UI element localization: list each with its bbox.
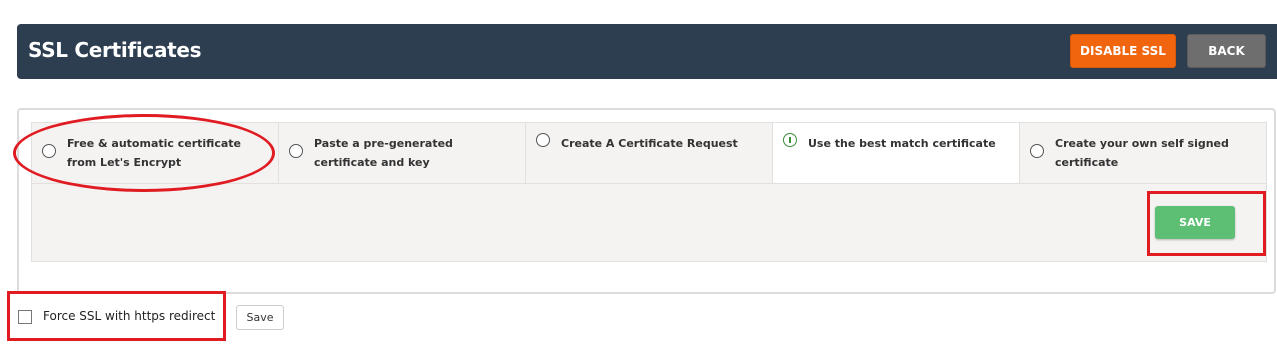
radio-best-match[interactable] bbox=[783, 133, 797, 147]
tab-content-area bbox=[31, 184, 1267, 262]
tab-label: Paste a pre-generated certificate and ke… bbox=[314, 137, 453, 169]
back-button[interactable]: BACK bbox=[1187, 34, 1266, 68]
tab-lets-encrypt[interactable]: Free & automatic certificate from Let's … bbox=[31, 122, 278, 184]
force-ssl-label: Force SSL with https redirect bbox=[43, 309, 216, 323]
force-ssl-save-button[interactable]: Save bbox=[236, 305, 284, 330]
tab-label: Use the best match certificate bbox=[808, 137, 996, 150]
ssl-options-panel: Free & automatic certificate from Let's … bbox=[17, 108, 1276, 294]
tab-label: Create your own self signed certificate bbox=[1055, 137, 1229, 169]
page-title: SSL Certificates bbox=[28, 38, 202, 62]
radio-certificate-request[interactable] bbox=[536, 133, 550, 147]
tab-best-match[interactable]: Use the best match certificate bbox=[772, 122, 1019, 184]
tab-label: Create A Certificate Request bbox=[561, 137, 738, 150]
save-button[interactable]: SAVE bbox=[1155, 206, 1235, 239]
certificate-option-tabs: Free & automatic certificate from Let's … bbox=[31, 122, 1267, 184]
radio-paste-certificate[interactable] bbox=[289, 144, 303, 158]
tab-self-signed[interactable]: Create your own self signed certificate bbox=[1019, 122, 1267, 184]
page-header: SSL Certificates DISABLE SSL BACK bbox=[17, 24, 1277, 79]
radio-self-signed[interactable] bbox=[1030, 144, 1044, 158]
tab-label: Free & automatic certificate from Let's … bbox=[67, 137, 241, 169]
radio-lets-encrypt[interactable] bbox=[42, 144, 56, 158]
tab-certificate-request[interactable]: Create A Certificate Request bbox=[525, 122, 772, 184]
disable-ssl-button[interactable]: DISABLE SSL bbox=[1070, 34, 1176, 68]
tab-paste-certificate[interactable]: Paste a pre-generated certificate and ke… bbox=[278, 122, 525, 184]
force-ssl-checkbox[interactable] bbox=[18, 310, 32, 324]
